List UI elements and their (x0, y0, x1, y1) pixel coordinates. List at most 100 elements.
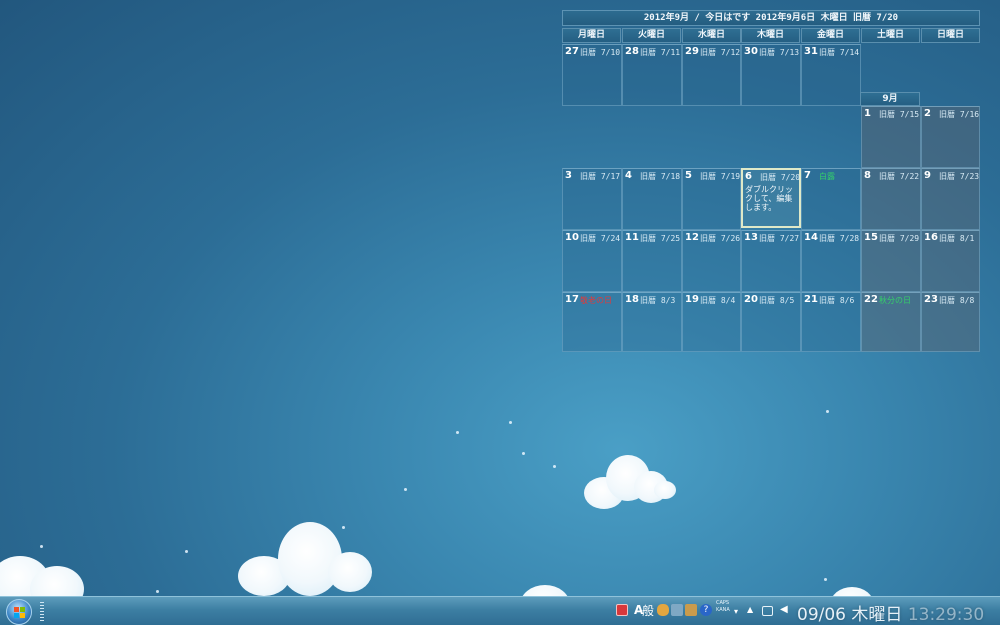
day-number: 30 (744, 46, 758, 57)
start-button[interactable] (6, 599, 32, 625)
calendar-day-cell[interactable]: 20 旧暦 8/5 (741, 292, 801, 352)
calendar-day-cell[interactable]: 5 旧暦 7/19 (682, 168, 741, 230)
wallpaper-star (342, 526, 345, 529)
taskbar-grip[interactable] (40, 602, 44, 621)
calendar-day-cell[interactable]: 8 旧暦 7/22 (861, 168, 921, 230)
weekday-header-sun: 日曜日 (921, 28, 980, 43)
calendar-day-cell-today[interactable]: 6 旧暦 7/20 ダブルクリックして、編集します。 (741, 168, 801, 228)
calendar-title: 2012年9月 / 今日はです 2012年9月6日 木曜日 旧暦 7/20 (562, 10, 980, 26)
lunar-date: 旧暦 7/28 (819, 234, 860, 243)
ime-kanji-indicator[interactable]: 般 (642, 602, 654, 619)
day-number: 11 (625, 232, 639, 243)
calendar-day-cell[interactable]: 27 旧暦 7/10 (562, 44, 622, 106)
weekday-header-thu: 木曜日 (741, 28, 800, 43)
lunar-date: 旧暦 8/8 (939, 296, 975, 305)
wallpaper-star (553, 465, 556, 468)
calendar-day-cell[interactable]: 9 旧暦 7/23 (921, 168, 980, 230)
day-number: 10 (565, 232, 579, 243)
calendar-day-cell[interactable]: 31 旧暦 7/14 (801, 44, 861, 106)
day-number: 15 (864, 232, 878, 243)
day-number: 2 (924, 108, 931, 119)
calendar-day-cell[interactable]: 10 旧暦 7/24 (562, 230, 622, 292)
calendar-day-cell[interactable]: 18 旧暦 8/3 (622, 292, 682, 352)
lunar-date: 旧暦 7/15 (879, 110, 920, 119)
lunar-date: 旧暦 7/10 (580, 48, 621, 57)
lunar-date: 旧暦 7/24 (580, 234, 621, 243)
calendar-day-cell[interactable]: 2 旧暦 7/16 (921, 106, 980, 168)
day-number: 14 (804, 232, 818, 243)
calendar-day-cell[interactable]: 14 旧暦 7/28 (801, 230, 861, 292)
day-number: 5 (685, 170, 692, 181)
lunar-date: 旧暦 7/17 (580, 172, 621, 181)
wallpaper-star (826, 410, 829, 413)
day-number: 18 (625, 294, 639, 305)
calendar-day-cell[interactable]: 29 旧暦 7/12 (682, 44, 741, 106)
calendar-day-cell[interactable]: 15 旧暦 7/29 (861, 230, 921, 292)
lunar-date: 旧暦 8/1 (939, 234, 975, 243)
network-icon[interactable] (762, 606, 773, 616)
day-number: 28 (625, 46, 639, 57)
package-icon[interactable] (685, 604, 697, 616)
wallpaper-cloud-small (584, 455, 676, 510)
lunar-date: 旧暦 8/6 (819, 296, 855, 305)
day-number: 19 (685, 294, 699, 305)
calendar-day-cell[interactable]: 11 旧暦 7/25 (622, 230, 682, 292)
lunar-date: 旧暦 7/26 (700, 234, 741, 243)
calendar-day-cell[interactable]: 4 旧暦 7/18 (622, 168, 682, 230)
calendar-day-cell[interactable]: 21 旧暦 8/6 (801, 292, 861, 352)
wallpaper-star (404, 488, 407, 491)
lunar-date: 旧暦 8/3 (640, 296, 676, 305)
help-icon[interactable]: ? (700, 604, 712, 616)
tools-icon[interactable] (671, 604, 683, 616)
day-number: 12 (685, 232, 699, 243)
calendar-day-cell[interactable]: 3 旧暦 7/17 (562, 168, 622, 230)
lunar-date: 旧暦 7/11 (640, 48, 681, 57)
taskbar-clock[interactable]: 09/06 木曜日 13:29:30 (797, 600, 984, 625)
lunar-date: 旧暦 7/23 (939, 172, 980, 181)
show-hidden-icons-icon[interactable]: ▲ (747, 605, 753, 614)
weekday-header-tue: 火曜日 (622, 28, 681, 43)
day-number: 22 (864, 294, 878, 305)
edit-hint-note: ダブルクリックして、編集します。 (745, 185, 793, 212)
lunar-date: 旧暦 7/12 (700, 48, 741, 57)
day-number: 7 (804, 170, 811, 181)
solar-term-label: 白露 (819, 172, 835, 181)
wallpaper-star (824, 578, 827, 581)
clock-time: 13:29:30 (907, 605, 985, 625)
calendar-day-cell[interactable]: 28 旧暦 7/11 (622, 44, 682, 106)
holiday-label: 敬老の日 (580, 296, 612, 305)
calendar-day-cell[interactable]: 12 旧暦 7/26 (682, 230, 741, 292)
lunar-date: 旧暦 7/29 (879, 234, 920, 243)
day-number: 3 (565, 170, 572, 181)
caps-label: CAPS (716, 600, 730, 606)
clock-weekday: 木曜日 (851, 605, 903, 625)
calendar-day-cell[interactable]: 1 旧暦 7/15 (861, 106, 921, 168)
red-app-icon[interactable] (616, 604, 628, 616)
windows-start-icon (14, 607, 26, 619)
calendar-day-cell[interactable]: 16 旧暦 8/1 (921, 230, 980, 292)
calendar-day-cell[interactable]: 13 旧暦 7/27 (741, 230, 801, 292)
calendar-day-cell[interactable]: 30 旧暦 7/13 (741, 44, 801, 106)
caps-kana-indicator: CAPS KANA (716, 600, 730, 614)
calendar-day-cell[interactable]: 7 白露 (801, 168, 861, 230)
day-number: 6 (745, 171, 752, 182)
wallpaper-star (156, 590, 159, 593)
clock-date: 09/06 (797, 605, 846, 625)
calendar-day-cell[interactable]: 22 秋分の日 (861, 292, 921, 352)
volume-icon[interactable]: ◀ (780, 604, 788, 615)
calendar-day-cell[interactable]: 19 旧暦 8/4 (682, 292, 741, 352)
holiday-label: 秋分の日 (879, 296, 911, 305)
lunar-date: 旧暦 7/25 (640, 234, 681, 243)
lunar-date: 旧暦 8/4 (700, 296, 736, 305)
wallpaper-star (185, 550, 188, 553)
lunar-date: 旧暦 7/20 (760, 173, 801, 182)
day-number: 31 (804, 46, 818, 57)
weekday-header-sat: 土曜日 (861, 28, 920, 43)
lunar-date: 旧暦 7/13 (759, 48, 800, 57)
weekday-header-mon: 月曜日 (562, 28, 621, 43)
ime-options-icon[interactable]: ▾ (734, 607, 738, 616)
calendar-day-cell[interactable]: 23 旧暦 8/8 (921, 292, 980, 352)
ime-dictionary-icon[interactable] (657, 604, 669, 616)
weekday-header-wed: 水曜日 (682, 28, 741, 43)
calendar-day-cell[interactable]: 17 敬老の日 (562, 292, 622, 352)
